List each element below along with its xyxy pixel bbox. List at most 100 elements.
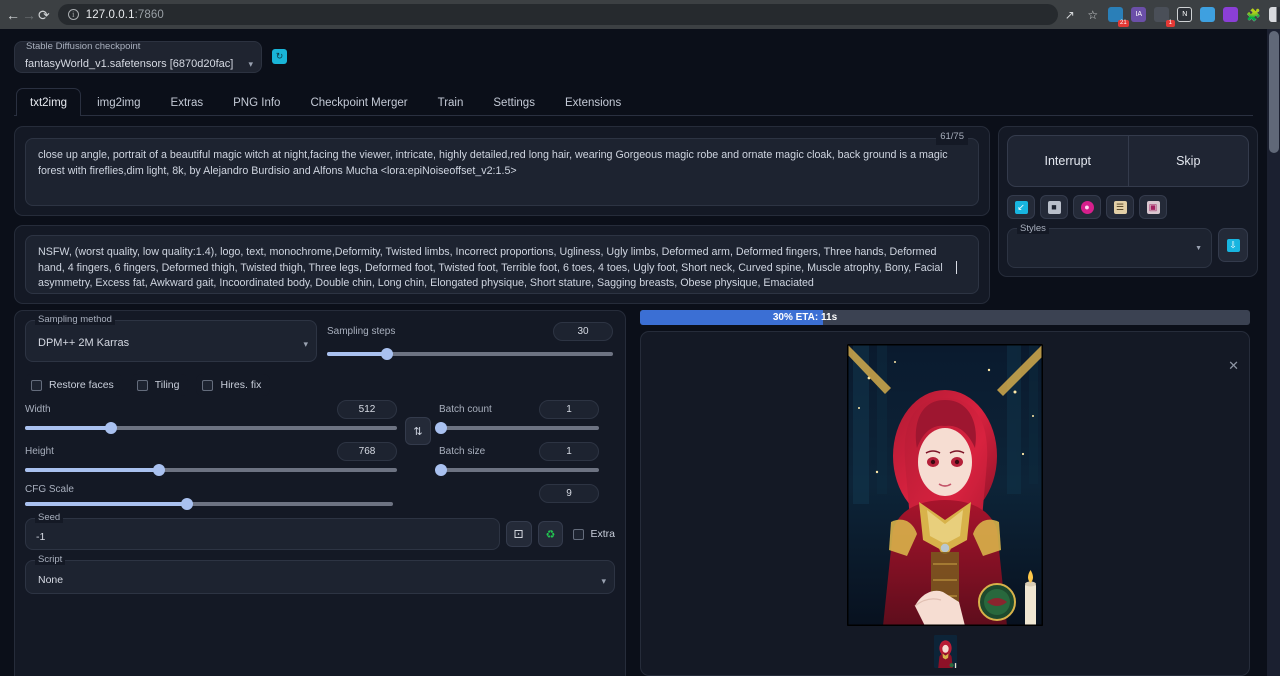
dice-icon-button[interactable]: ⚀: [506, 521, 532, 547]
cfg-scale-value[interactable]: 9: [539, 484, 599, 503]
script-value: None: [38, 574, 63, 586]
seed-row: Seed -1 ⚀ ♻ Extra: [25, 518, 615, 550]
url-text: 127.0.0.1:7860: [86, 9, 164, 21]
reload-icon[interactable]: ⟳: [38, 3, 50, 27]
browser-toolbar: ← → ⟳ i 127.0.0.1:7860 ↗ ☆ 21 IA 1 N 🧩: [0, 0, 1280, 29]
seed-input[interactable]: Seed -1: [25, 518, 500, 550]
swap-dimensions-icon[interactable]: ⇅: [405, 417, 431, 445]
info-circle-icon[interactable]: i: [68, 9, 79, 20]
script-select[interactable]: Script None ▾: [25, 560, 615, 594]
styles-dropdown[interactable]: Styles ▼: [1007, 228, 1212, 268]
restore-faces-checkbox[interactable]: Restore faces: [25, 374, 123, 396]
progress-text: 30% ETA: 11s: [640, 310, 1110, 325]
skip-button[interactable]: Skip: [1128, 136, 1249, 186]
controls-panel: Interrupt Skip ↙ ■ ● ☰ ▣ Styles ▼ ⇩: [998, 126, 1258, 277]
sampling-method-label: Sampling method: [35, 314, 115, 325]
toggle-row: Restore faces Tiling Hires. fix: [25, 374, 615, 396]
sampling-method-select[interactable]: Sampling method DPM++ 2M Karras ▾: [25, 320, 317, 362]
scrollbar-thumb[interactable]: [1269, 31, 1279, 153]
generate-controls: Interrupt Skip: [1007, 135, 1249, 187]
batch-size-slider[interactable]: Batch size 1: [439, 442, 599, 472]
tab-img2img[interactable]: img2img: [83, 88, 154, 116]
share-icon[interactable]: ↗: [1060, 5, 1080, 25]
gallery-thumbnail[interactable]: [934, 635, 957, 668]
interrupt-button[interactable]: Interrupt: [1008, 136, 1128, 186]
generated-image[interactable]: [847, 344, 1043, 626]
cfg-scale-slider[interactable]: CFG Scale: [25, 484, 397, 506]
checkpoint-label: Stable Diffusion checkpoint: [24, 41, 142, 53]
height-label: Height: [25, 446, 54, 457]
extra-label: Extra: [590, 528, 615, 540]
sampling-steps-slider[interactable]: Sampling steps 30: [327, 320, 613, 362]
checkbox-box: [202, 380, 213, 391]
batch-count-value[interactable]: 1: [539, 400, 599, 419]
checkbox-box: [137, 380, 148, 391]
batch-size-value[interactable]: 1: [539, 442, 599, 461]
extension-ia[interactable]: IA: [1129, 5, 1149, 25]
recycle-icon-button[interactable]: ♻: [538, 521, 564, 547]
webui-app: Stable Diffusion checkpoint fantasyWorld…: [0, 29, 1280, 676]
height-value[interactable]: 768: [337, 442, 397, 461]
generation-settings: Sampling method DPM++ 2M Karras ▾ Sampli…: [14, 310, 626, 676]
chevron-down-icon: ▾: [248, 59, 253, 70]
sampling-steps-value[interactable]: 30: [553, 322, 613, 341]
checkbox-box: [573, 529, 584, 540]
trash-icon-button[interactable]: ■: [1040, 195, 1068, 219]
witch-portrait-svg: [847, 344, 1043, 626]
prompt-tool-buttons: ↙ ■ ● ☰ ▣: [1007, 195, 1249, 219]
tiling-label: Tiling: [155, 379, 180, 391]
tab-settings[interactable]: Settings: [479, 88, 549, 116]
chevron-down-icon: ▾: [601, 576, 606, 587]
batch-count-slider[interactable]: Batch count 1: [439, 400, 599, 430]
batch-area: Batch count 1 Batch size 1 9: [439, 400, 599, 503]
save-style-icon-button[interactable]: ▣: [1139, 195, 1167, 219]
forward-arrow-icon[interactable]: →: [22, 3, 36, 27]
tab-train[interactable]: Train: [424, 88, 478, 116]
extension-notes[interactable]: 1: [1152, 5, 1172, 25]
checkpoint-value: fantasyWorld_v1.safetensors [6870d20fac]: [25, 58, 233, 70]
width-value[interactable]: 512: [337, 400, 397, 419]
output-column: 30% ETA: 11s ✕: [640, 310, 1250, 676]
extension-notion[interactable]: N: [1175, 5, 1195, 25]
hires-fix-label: Hires. fix: [220, 379, 261, 391]
tab-png-info[interactable]: PNG Info: [219, 88, 294, 116]
checkpoint-row: Stable Diffusion checkpoint fantasyWorld…: [0, 29, 1267, 73]
hires-fix-checkbox[interactable]: Hires. fix: [196, 374, 270, 396]
extension-badge-21[interactable]: 21: [1106, 5, 1126, 25]
refresh-icon[interactable]: ↻: [272, 49, 287, 64]
back-arrow-icon[interactable]: ←: [6, 3, 20, 27]
star-icon[interactable]: ☆: [1083, 5, 1103, 25]
seed-label: Seed: [35, 512, 63, 523]
extension-purple[interactable]: [1221, 5, 1241, 25]
tab-checkpoint-merger[interactable]: Checkpoint Merger: [296, 88, 421, 116]
controls-column: Interrupt Skip ↙ ■ ● ☰ ▣ Styles ▼ ⇩: [998, 126, 1258, 304]
image-gallery: ✕: [640, 331, 1250, 676]
extra-networks-icon-button[interactable]: ●: [1073, 195, 1101, 219]
apply-style-icon-button[interactable]: ⇩: [1218, 228, 1248, 262]
width-slider[interactable]: Width 512: [25, 400, 397, 430]
txt2img-panel: 61/75 close up angle, portrait of a beau…: [0, 116, 1267, 304]
clipboard-icon-button[interactable]: ☰: [1106, 195, 1134, 219]
extension-screenshot[interactable]: [1198, 5, 1218, 25]
checkbox-box: [31, 380, 42, 391]
negative-prompt-input[interactable]: NSFW, (worst quality, low quality:1.4), …: [25, 235, 979, 294]
prompt-container: 61/75 close up angle, portrait of a beau…: [14, 126, 990, 216]
extension-puzzle[interactable]: 🧩: [1244, 5, 1264, 25]
tab-txt2img[interactable]: txt2img: [16, 88, 81, 116]
prompt-input[interactable]: 61/75 close up angle, portrait of a beau…: [25, 138, 979, 206]
settings-and-output: Sampling method DPM++ 2M Karras ▾ Sampli…: [0, 310, 1267, 676]
tab-extras[interactable]: Extras: [157, 88, 218, 116]
address-bar[interactable]: i 127.0.0.1:7860: [58, 4, 1058, 25]
tiling-checkbox[interactable]: Tiling: [131, 374, 189, 396]
extra-seed-checkbox[interactable]: Extra: [573, 528, 615, 540]
paste-arrow-icon-button[interactable]: ↙: [1007, 195, 1035, 219]
batch-count-label: Batch count: [439, 404, 492, 415]
close-icon[interactable]: ✕: [1228, 358, 1239, 374]
styles-row: Styles ▼ ⇩: [1007, 228, 1249, 268]
extension-contrast[interactable]: [1267, 5, 1280, 25]
height-slider[interactable]: Height 768: [25, 442, 397, 472]
script-label: Script: [35, 554, 65, 565]
tab-extensions[interactable]: Extensions: [551, 88, 635, 116]
checkpoint-select[interactable]: Stable Diffusion checkpoint fantasyWorld…: [14, 41, 262, 73]
page-scrollbar[interactable]: [1267, 29, 1280, 676]
